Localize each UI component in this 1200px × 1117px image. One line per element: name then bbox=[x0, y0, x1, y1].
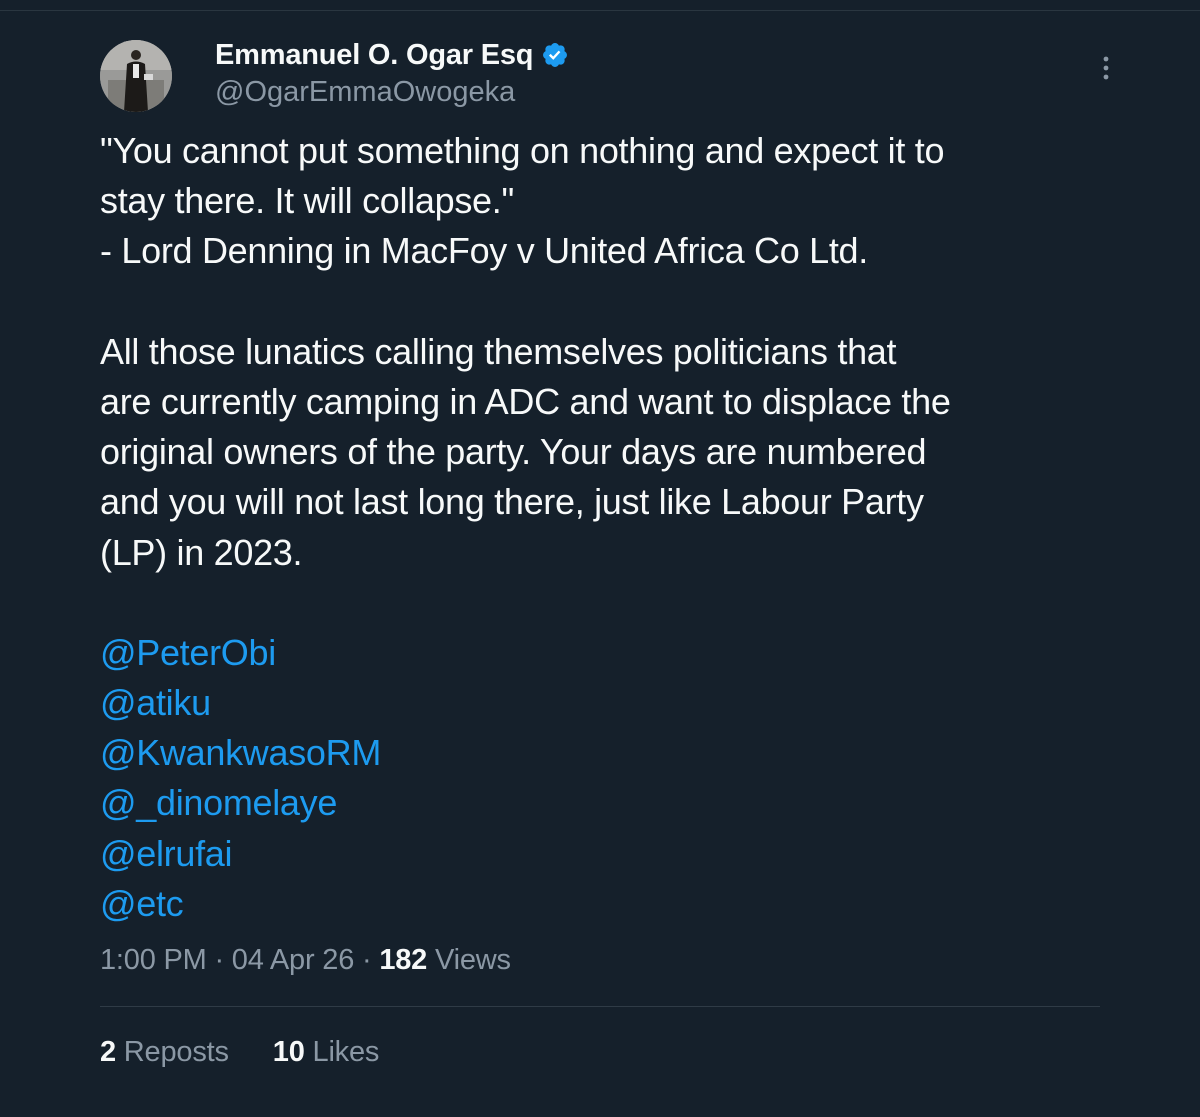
views-count: 182 bbox=[379, 944, 428, 976]
likes-link[interactable]: 10 Likes bbox=[272, 1036, 380, 1069]
quote-line: stay there. It will collapse." bbox=[100, 180, 514, 222]
tweet-text: "You cannot put something on nothing and… bbox=[100, 126, 1110, 929]
quote-line: "You cannot put something on nothing and… bbox=[100, 130, 945, 171]
verified-badge-icon bbox=[543, 43, 568, 67]
avatar[interactable] bbox=[100, 40, 172, 112]
quote-attribution: - Lord Denning in MacFoy v United Africa… bbox=[100, 230, 868, 272]
reposts-label: Reposts bbox=[123, 1036, 229, 1068]
body-line: and you will not last long there, just l… bbox=[100, 481, 924, 523]
stats-divider bbox=[100, 1006, 1100, 1007]
body-line: All those lunatics calling themselves po… bbox=[100, 330, 897, 372]
top-divider bbox=[0, 10, 1200, 11]
mention-link-peterobi[interactable]: @PeterObi bbox=[100, 628, 1110, 678]
reposts-count: 2 bbox=[100, 1036, 116, 1068]
body-line: are currently camping in ADC and want to… bbox=[100, 380, 951, 422]
views-label: Views bbox=[434, 944, 511, 976]
reposts-link[interactable]: 2 Reposts bbox=[100, 1036, 229, 1069]
meta-separator: · bbox=[206, 944, 232, 976]
mention-link-etc[interactable]: @etc bbox=[100, 879, 1110, 929]
more-options-button[interactable] bbox=[1092, 54, 1120, 82]
profile-photo bbox=[100, 40, 172, 112]
tweet-metadata: 1:00 PM · 04 Apr 26 · 182 Views bbox=[100, 944, 511, 977]
tweet-time[interactable]: 1:00 PM bbox=[100, 944, 207, 976]
author-handle[interactable]: @OgarEmmaOwogeka bbox=[215, 76, 515, 109]
likes-count: 10 bbox=[272, 1036, 305, 1068]
engagement-stats: 2 Reposts 10 Likes bbox=[100, 1036, 379, 1069]
author-name-row[interactable]: Emmanuel O. Ogar Esq bbox=[215, 38, 569, 72]
meta-separator: · bbox=[354, 944, 380, 976]
more-vertical-icon bbox=[1103, 56, 1109, 80]
body-line: original owners of the party. Your days … bbox=[100, 431, 927, 473]
author-display-name[interactable]: Emmanuel O. Ogar Esq bbox=[215, 39, 534, 72]
likes-label: Likes bbox=[312, 1036, 380, 1068]
mention-link-kwankwasorm[interactable]: @KwankwasoRM bbox=[100, 728, 1110, 778]
body-line: (LP) in 2023. bbox=[100, 531, 303, 573]
tweet-date[interactable]: 04 Apr 26 bbox=[232, 944, 355, 976]
mention-link-elrufai[interactable]: @elrufai bbox=[100, 829, 1110, 879]
mention-link-atiku[interactable]: @atiku bbox=[100, 678, 1110, 728]
mention-link-dinomelaye[interactable]: @_dinomelaye bbox=[100, 778, 1110, 828]
